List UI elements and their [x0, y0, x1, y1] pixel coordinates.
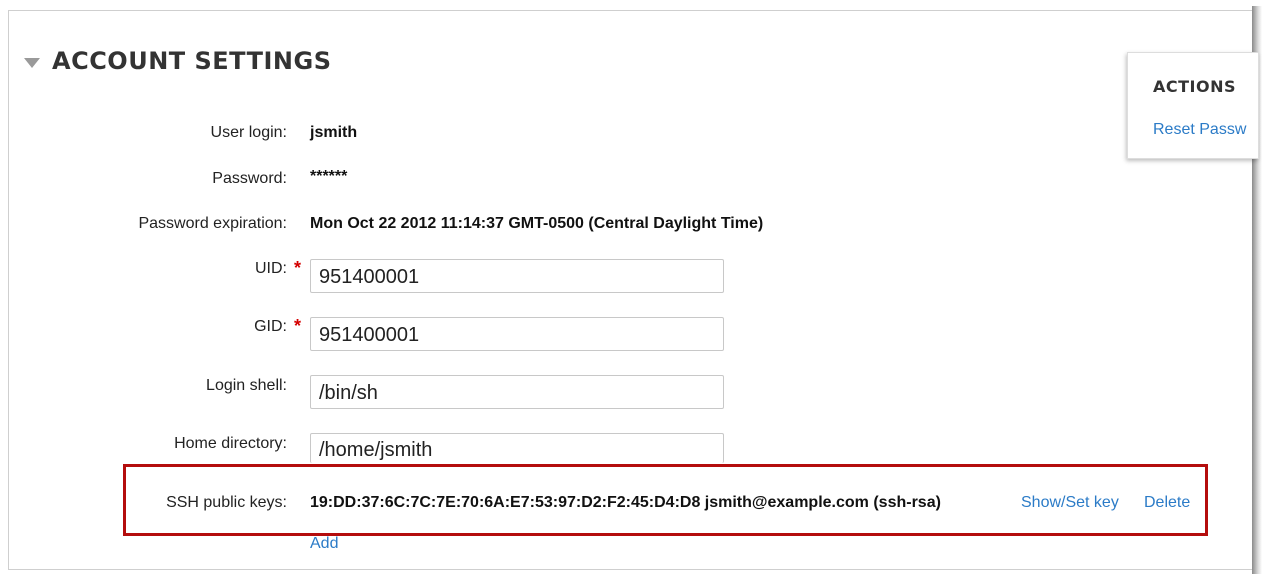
uid-required-mark: *: [294, 258, 302, 278]
password-value: ******: [310, 168, 348, 185]
gid-field[interactable]: [310, 317, 724, 351]
ssh-key-value: 19:DD:37:6C:7C:7E:70:6A:E7:53:97:D2:F2:4…: [310, 494, 941, 511]
ssh-public-keys-label: SSH public keys:: [166, 494, 287, 511]
login-shell-label: Login shell:: [206, 377, 287, 394]
home-directory-label: Home directory:: [174, 435, 287, 452]
reset-password-link[interactable]: Reset Passw: [1153, 121, 1246, 139]
password-expiration-value: Mon Oct 22 2012 11:14:37 GMT-0500 (Centr…: [310, 215, 764, 232]
delete-key-link[interactable]: Delete: [1144, 494, 1190, 512]
user-login-label: User login:: [210, 124, 287, 141]
home-directory-field[interactable]: [310, 433, 724, 463]
password-expiration-label: Password expiration:: [138, 215, 287, 232]
uid-field[interactable]: [310, 259, 724, 293]
uid-label: UID:: [255, 260, 287, 277]
actions-panel: ACTIONS Reset Passw: [1127, 52, 1259, 159]
user-login-value: jsmith: [310, 124, 358, 141]
gid-label: GID:: [254, 318, 287, 335]
login-shell-field[interactable]: [310, 375, 724, 409]
gid-required-mark: *: [294, 316, 302, 336]
actions-title: ACTIONS: [1153, 77, 1237, 96]
section-title: ACCOUNT SETTINGS: [52, 47, 332, 75]
add-key-link[interactable]: Add: [310, 535, 338, 553]
show-set-key-link[interactable]: Show/Set key: [1021, 494, 1119, 512]
triangle-down-icon[interactable]: [24, 58, 40, 68]
password-label: Password:: [212, 170, 287, 187]
